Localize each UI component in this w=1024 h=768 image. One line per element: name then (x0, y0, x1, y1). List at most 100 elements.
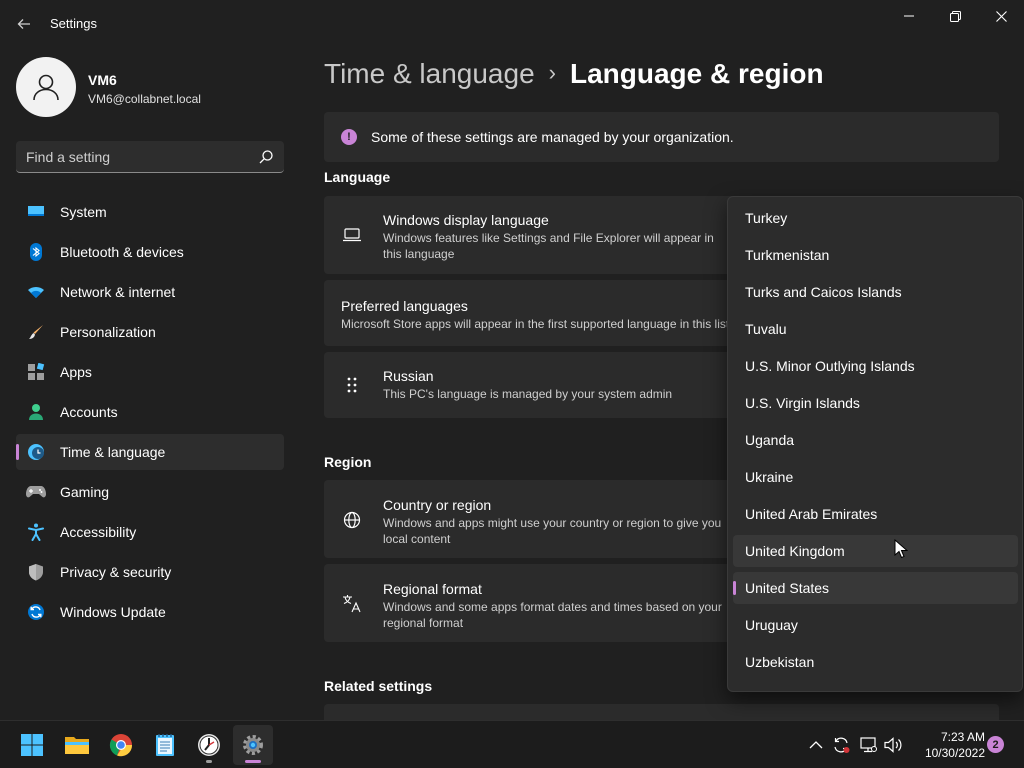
avatar (16, 57, 76, 117)
show-hidden-icons-button[interactable] (806, 735, 826, 755)
taskbar-file-explorer[interactable] (57, 725, 97, 765)
chrome-icon (109, 734, 133, 757)
windows-start-icon (21, 734, 43, 756)
dropdown-option[interactable]: Turkmenistan (733, 239, 1018, 271)
sidebar-item-system[interactable]: System (16, 194, 284, 230)
taskbar: 7:23 AM 10/30/2022 2 (0, 720, 1024, 768)
sidebar-item-network[interactable]: Network & internet (16, 274, 284, 310)
section-title-language: Language (324, 169, 391, 185)
active-indicator (245, 760, 261, 763)
sidebar-nav: System Bluetooth & devices Network & int… (16, 194, 284, 634)
close-button[interactable] (978, 0, 1024, 32)
dropdown-option[interactable]: U.S. Minor Outlying Islands (733, 350, 1018, 382)
back-button[interactable] (12, 12, 36, 36)
search-input[interactable] (26, 141, 246, 172)
sidebar-item-label: Windows Update (60, 604, 166, 620)
start-button[interactable] (12, 725, 52, 765)
clock-app-icon (198, 734, 220, 756)
sync-icon (834, 737, 850, 753)
restore-icon (949, 10, 961, 22)
card-description: Windows and some apps format dates and t… (383, 600, 722, 630)
app-title: Settings (50, 16, 97, 31)
sidebar-item-time-language[interactable]: Time & language (16, 434, 284, 470)
dropdown-option[interactable]: U.S. Virgin Islands (733, 387, 1018, 419)
taskbar-clock[interactable]: 7:23 AM 10/30/2022 (905, 729, 985, 761)
dropdown-option[interactable]: Uruguay (733, 609, 1018, 641)
dropdown-option[interactable]: Uzbekistan (733, 646, 1018, 678)
dropdown-option[interactable]: Ukraine (733, 461, 1018, 493)
dropdown-option[interactable]: Tuvalu (733, 313, 1018, 345)
sidebar-item-label: Accounts (60, 404, 118, 420)
sidebar-item-windows-update[interactable]: Windows Update (16, 594, 284, 630)
dropdown-option[interactable]: Uganda (733, 424, 1018, 456)
card-description: Microsoft Store apps will appear in the … (341, 317, 727, 331)
page-title: Language & region (569, 58, 824, 89)
breadcrumb-parent[interactable]: Time & language (324, 58, 535, 89)
search-box[interactable] (16, 141, 284, 173)
monitor-icon (26, 202, 46, 222)
notification-badge[interactable]: 2 (987, 736, 1004, 753)
country-dropdown-list[interactable]: Turkey Turkmenistan Turks and Caicos Isl… (727, 196, 1023, 692)
taskbar-clock-app[interactable] (189, 725, 229, 765)
file-explorer-icon (65, 737, 89, 754)
sidebar-item-label: Privacy & security (60, 564, 172, 580)
arrow-left-icon (17, 19, 30, 29)
bluetooth-icon (26, 242, 46, 262)
dropdown-option-hovered[interactable]: United Kingdom (733, 535, 1018, 567)
volume-icon (884, 737, 902, 753)
sidebar-item-gaming[interactable]: Gaming (16, 474, 284, 510)
update-icon (26, 602, 46, 622)
sidebar-item-label: Personalization (60, 324, 156, 340)
taskbar-notepad[interactable] (145, 725, 185, 765)
sidebar-item-privacy[interactable]: Privacy & security (16, 554, 284, 590)
dropdown-option[interactable]: United Arab Emirates (733, 498, 1018, 530)
settings-icon (243, 735, 263, 755)
card-related-settings[interactable] (324, 704, 999, 720)
clock-date: 10/30/2022 (924, 746, 985, 760)
network-icon (860, 737, 877, 753)
sidebar-item-label: Bluetooth & devices (60, 244, 184, 260)
laptop-icon (342, 225, 362, 245)
tray-sync[interactable] (831, 735, 851, 755)
card-description: Windows features like Settings and File … (383, 231, 714, 261)
dropdown-option[interactable]: Turks and Caicos Islands (733, 276, 1018, 308)
breadcrumb: Time & language › Language & region (324, 58, 824, 90)
tray-network[interactable] (858, 735, 878, 755)
card-title: Country or region (383, 497, 492, 513)
sidebar-item-accounts[interactable]: Accounts (16, 394, 284, 430)
minimize-button[interactable] (886, 0, 932, 32)
maximize-button[interactable] (932, 0, 978, 32)
drag-handle-icon[interactable] (342, 375, 362, 395)
chevron-up-icon (809, 741, 823, 749)
sidebar-item-label: Apps (60, 364, 92, 380)
breadcrumb-separator: › (548, 60, 556, 85)
sidebar-item-apps[interactable]: Apps (16, 354, 284, 390)
tray-volume[interactable] (883, 735, 903, 755)
shield-icon (26, 562, 46, 582)
brush-icon (26, 322, 46, 342)
card-description: Windows and apps might use your country … (383, 516, 722, 546)
apps-icon (26, 362, 46, 382)
card-title: Windows display language (383, 212, 549, 228)
person-icon (26, 402, 46, 422)
dropdown-option-selected[interactable]: United States (733, 572, 1018, 604)
accessibility-icon (26, 522, 46, 542)
sidebar-item-personalization[interactable]: Personalization (16, 314, 284, 350)
sidebar-item-accessibility[interactable]: Accessibility (16, 514, 284, 550)
taskbar-settings[interactable] (233, 725, 273, 765)
section-title-region: Region (324, 454, 372, 470)
globe-icon (342, 510, 362, 530)
wifi-icon (26, 282, 46, 302)
search-icon[interactable] (258, 149, 274, 165)
card-description: This PC's language is managed by your sy… (383, 387, 673, 401)
gamepad-icon (26, 482, 46, 502)
sidebar-item-label: Network & internet (60, 284, 176, 300)
info-icon: ! (341, 129, 357, 145)
card-title: Regional format (383, 581, 482, 597)
title-bar: Settings (0, 0, 1024, 48)
user-name: VM6 (88, 72, 117, 88)
dropdown-option[interactable]: Turkey (733, 202, 1018, 234)
running-indicator (206, 760, 212, 763)
taskbar-chrome[interactable] (101, 725, 141, 765)
sidebar-item-bluetooth[interactable]: Bluetooth & devices (16, 234, 284, 270)
